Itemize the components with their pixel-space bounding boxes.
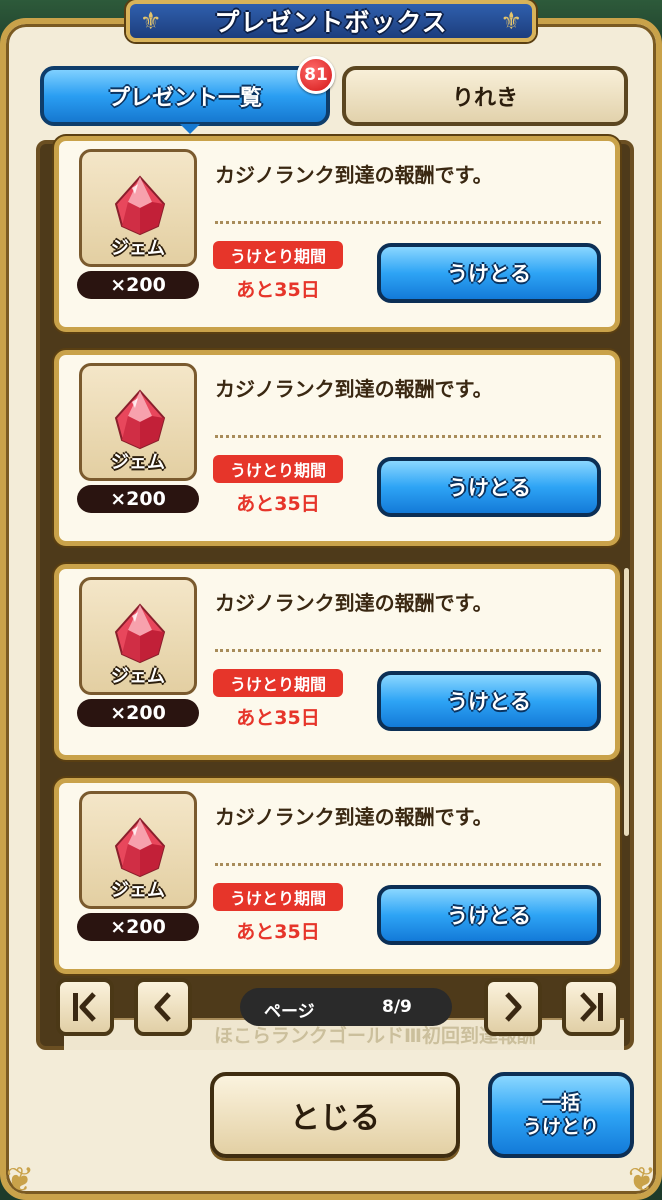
tab-label: りれき [451,86,518,111]
fleur-ornament-icon: ⚜ [500,7,522,35]
period-label: うけとり期間 [213,241,343,269]
divider [215,221,601,224]
remaining-days: あと35日 [236,279,320,301]
gem-icon [114,603,166,664]
list-item: ジェム ×200 カジノランク到達の報酬です。 うけとり期間 あと35日 うけと… [54,136,620,332]
next-page-icon [505,992,522,1022]
receive-all-label-line2: うけとり [522,1116,599,1138]
prev-page-icon [154,992,171,1022]
gem-icon [114,817,166,878]
period-label: うけとり期間 [213,455,343,483]
remaining-days: あと35日 [236,921,320,943]
first-page-button[interactable] [56,978,114,1036]
pagination-bar: ほこらランクゴールドⅢ初回到達報酬 ページ 8/9 [54,968,624,1050]
tab-present-list[interactable]: プレゼント一覧 [40,66,330,134]
corner-ornament-icon: ❦ [627,1160,657,1200]
item-icon-box: ジェム [79,149,197,267]
item-icon-box: ジェム [79,791,197,909]
item-name: ジェム [111,666,165,687]
item-name: ジェム [111,238,165,259]
notification-badge: 81 [297,56,335,94]
remaining-days: あと35日 [236,707,320,729]
prev-page-button[interactable] [134,978,192,1036]
item-quantity: ×200 [77,485,199,513]
period-label: うけとり期間 [213,883,343,911]
item-name: ジェム [111,452,165,473]
present-message: カジノランク到達の報酬です。 [215,591,493,615]
divider [215,863,601,866]
gem-icon [114,389,166,450]
fleur-ornament-icon: ⚜ [140,7,162,35]
list-item: ジェム ×200 カジノランク到達の報酬です。 うけとり期間 あと35日 うけと… [54,564,620,760]
corner-ornament-icon: ❦ [5,1160,35,1200]
list-scrollbar[interactable] [624,568,629,836]
item-icon-box: ジェム [79,363,197,481]
item-quantity: ×200 [77,699,199,727]
present-message: カジノランク到達の報酬です。 [215,805,493,829]
item-name: ジェム [111,880,165,901]
list-item: ジェム ×200 カジノランク到達の報酬です。 うけとり期間 あと35日 うけと… [54,350,620,546]
receive-button[interactable]: うけとる [377,671,601,731]
close-button[interactable]: とじる [210,1072,460,1158]
last-page-icon [580,992,603,1022]
present-list: ジェム ×200 カジノランク到達の報酬です。 うけとり期間 あと35日 うけと… [36,136,634,1050]
receive-button[interactable]: うけとる [377,885,601,945]
item-icon-box: ジェム [79,577,197,695]
gem-icon [114,175,166,236]
first-page-icon [73,992,96,1022]
period-label: うけとり期間 [213,669,343,697]
item-quantity: ×200 [77,271,199,299]
window-title: プレゼントボックス [214,8,448,37]
page-indicator: ページ 8/9 [240,988,452,1026]
receive-all-button[interactable]: 一括 うけとり [488,1072,634,1158]
page-label: ページ [264,1002,315,1022]
tab-pointer [180,124,200,134]
page-number: 8/9 [382,997,412,1017]
last-page-button[interactable] [562,978,620,1036]
tab-history[interactable]: りれき [342,66,628,126]
window-title-plate: ⚜ プレゼントボックス ⚜ [126,0,536,42]
receive-button[interactable]: うけとる [377,243,601,303]
item-quantity: ×200 [77,913,199,941]
present-message: カジノランク到達の報酬です。 [215,163,493,187]
divider [215,435,601,438]
remaining-days: あと35日 [236,493,320,515]
receive-button[interactable]: うけとる [377,457,601,517]
next-page-button[interactable] [484,978,542,1036]
receive-all-label-line1: 一括 [541,1092,580,1114]
present-message: カジノランク到達の報酬です。 [215,377,493,401]
divider [215,649,601,652]
tab-label: プレゼント一覧 [107,86,262,111]
list-item: ジェム ×200 カジノランク到達の報酬です。 うけとり期間 あと35日 うけと… [54,778,620,974]
